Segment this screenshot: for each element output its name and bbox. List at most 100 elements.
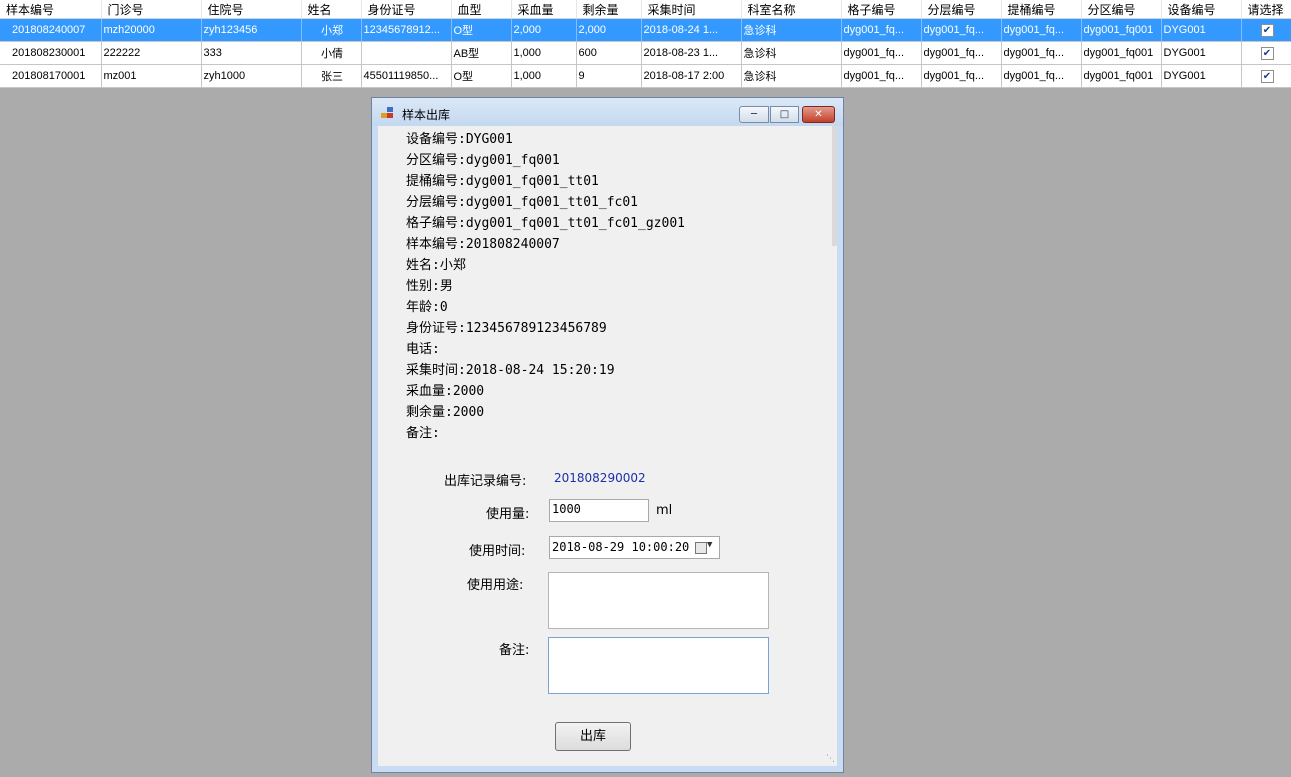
dialog-titlebar[interactable]: 样本出库 ─ □ ✕ xyxy=(372,98,843,126)
table-cell[interactable]: 1,000 xyxy=(511,64,577,88)
table-cell[interactable]: DYG001 xyxy=(1161,41,1242,65)
usage-time-label: 使用时间: xyxy=(469,544,526,559)
table-cell[interactable]: dyg001_fq... xyxy=(921,41,1002,65)
usage-unit: ml xyxy=(656,503,673,518)
column-header[interactable]: 采血量 xyxy=(511,0,577,19)
info-line: 分区编号:dyg001_fq001 xyxy=(406,153,560,168)
table-cell[interactable]: 12345678912... xyxy=(361,18,452,42)
table-row[interactable]: 201808230001 222222 333 小倩 AB型 1,000 600 2018-0… xyxy=(0,41,1291,65)
info-line: 姓名:小郑 xyxy=(406,258,466,273)
app-icon xyxy=(381,107,394,119)
table-cell[interactable]: dyg001_fq... xyxy=(841,41,922,65)
column-header[interactable]: 采集时间 xyxy=(641,0,742,19)
checkout-button[interactable]: 出库 xyxy=(555,722,631,751)
table-cell[interactable]: 2,000 xyxy=(511,18,577,42)
table-cell[interactable]: dyg001_fq001 xyxy=(1081,64,1162,88)
usage-input[interactable]: 1000 xyxy=(549,499,649,522)
table-cell[interactable]: dyg001_fq... xyxy=(921,64,1002,88)
table-row[interactable]: 201808240007 mzh20000 zyh123456 小郑 123456789… xyxy=(0,18,1291,42)
table-cell[interactable]: 201808240007 xyxy=(0,18,102,42)
column-header[interactable]: 姓名 xyxy=(301,0,362,19)
column-header[interactable]: 提桶编号 xyxy=(1001,0,1082,19)
dialog-content: 设备编号:DYG001 分区编号:dyg001_fq001 提桶编号:dyg001_… xyxy=(378,126,837,766)
minimize-button[interactable]: ─ xyxy=(739,106,769,123)
column-header[interactable]: 格子编号 xyxy=(841,0,922,19)
table-cell[interactable]: 2018-08-24 1... xyxy=(641,18,742,42)
resize-grip-icon[interactable]: ⋱ xyxy=(826,754,835,764)
column-header[interactable]: 分层编号 xyxy=(921,0,1002,19)
table-cell[interactable]: 333 xyxy=(201,41,302,65)
remark-label: 备注: xyxy=(499,643,530,658)
column-header[interactable]: 门诊号 xyxy=(101,0,202,19)
table-cell[interactable]: dyg001_fq... xyxy=(921,18,1002,42)
table-cell[interactable]: mzh20000 xyxy=(101,18,202,42)
table-cell[interactable]: dyg001_fq001 xyxy=(1081,41,1162,65)
table-row[interactable]: 201808170001 mz001 zyh1000 张三 45501119850...… xyxy=(0,64,1291,88)
select-checkbox[interactable]: ✔ xyxy=(1260,69,1274,83)
column-header[interactable]: 身份证号 xyxy=(361,0,452,19)
chevron-down-icon[interactable]: ▼ xyxy=(707,540,712,550)
column-header[interactable]: 分区编号 xyxy=(1081,0,1162,19)
maximize-icon: □ xyxy=(779,109,790,120)
table-cell[interactable]: AB型 xyxy=(451,41,512,65)
table-cell[interactable]: 1,000 xyxy=(511,41,577,65)
column-header[interactable]: 请选择 xyxy=(1241,0,1291,19)
table-cell[interactable]: 600 xyxy=(576,41,642,65)
remark-textarea[interactable] xyxy=(548,637,769,694)
table-cell[interactable]: 急诊科 xyxy=(741,41,842,65)
select-checkbox[interactable]: ✔ xyxy=(1260,46,1274,60)
table-cell[interactable]: dyg001_fq... xyxy=(841,64,922,88)
select-cell[interactable]: ✔ xyxy=(1241,64,1291,88)
table-cell[interactable]: 小郑 xyxy=(301,18,362,42)
column-header[interactable]: 设备编号 xyxy=(1161,0,1242,19)
sample-checkout-dialog: 样本出库 ─ □ ✕ 设备编号:DYG001 分区编号:dyg001_fq001 提… xyxy=(371,97,844,773)
usage-time-picker[interactable]: 2018-08-29 10:00:20 ▼ xyxy=(549,536,720,559)
table-cell[interactable]: dyg001_fq... xyxy=(1001,64,1082,88)
table-cell[interactable]: 9 xyxy=(576,64,642,88)
table-cell[interactable]: 45501119850... xyxy=(361,64,452,88)
table-cell[interactable]: dyg001_fq... xyxy=(1001,41,1082,65)
table-cell[interactable]: 急诊科 xyxy=(741,64,842,88)
usage-label: 使用量: xyxy=(486,507,530,522)
info-line: 提桶编号:dyg001_fq001_tt01 xyxy=(406,174,599,189)
info-line: 身份证号:123456789123456789 xyxy=(406,321,607,336)
purpose-textarea[interactable] xyxy=(548,572,769,629)
calendar-icon[interactable] xyxy=(695,542,707,554)
column-header[interactable]: 样本编号 xyxy=(0,0,102,19)
table-cell[interactable]: zyh1000 xyxy=(201,64,302,88)
table-cell[interactable]: 2,000 xyxy=(576,18,642,42)
table-cell[interactable]: mz001 xyxy=(101,64,202,88)
usage-time-value: 2018-08-29 10:00:20 xyxy=(552,540,690,554)
table-cell[interactable]: dyg001_fq001 xyxy=(1081,18,1162,42)
record-no-label: 出库记录编号: xyxy=(444,474,527,489)
table-cell[interactable] xyxy=(361,41,452,65)
column-header[interactable]: 血型 xyxy=(451,0,512,19)
table-cell[interactable]: 2018-08-17 2:00 xyxy=(641,64,742,88)
select-cell[interactable]: ✔ xyxy=(1241,18,1291,42)
table-cell[interactable]: 急诊科 xyxy=(741,18,842,42)
dialog-title: 样本出库 xyxy=(402,108,451,122)
column-header[interactable]: 科室名称 xyxy=(741,0,842,19)
dialog-scrollbar[interactable] xyxy=(832,126,837,246)
table-cell[interactable]: DYG001 xyxy=(1161,64,1242,88)
table-cell[interactable]: O型 xyxy=(451,18,512,42)
table-cell[interactable]: 201808170001 xyxy=(0,64,102,88)
table-cell[interactable]: 小倩 xyxy=(301,41,362,65)
table-cell[interactable]: 张三 xyxy=(301,64,362,88)
table-cell[interactable]: 222222 xyxy=(101,41,202,65)
maximize-button[interactable]: □ xyxy=(770,106,799,123)
table-cell[interactable]: dyg001_fq... xyxy=(1001,18,1082,42)
column-header[interactable]: 住院号 xyxy=(201,0,302,19)
table-cell[interactable]: dyg001_fq... xyxy=(841,18,922,42)
info-line: 剩余量:2000 xyxy=(406,405,485,420)
info-line: 样本编号:201808240007 xyxy=(406,237,560,252)
select-cell[interactable]: ✔ xyxy=(1241,41,1291,65)
close-button[interactable]: ✕ xyxy=(802,106,835,123)
table-cell[interactable]: 201808230001 xyxy=(0,41,102,65)
column-header[interactable]: 剩余量 xyxy=(576,0,642,19)
table-cell[interactable]: O型 xyxy=(451,64,512,88)
table-cell[interactable]: DYG001 xyxy=(1161,18,1242,42)
table-cell[interactable]: zyh123456 xyxy=(201,18,302,42)
table-cell[interactable]: 2018-08-23 1... xyxy=(641,41,742,65)
select-checkbox[interactable]: ✔ xyxy=(1260,23,1274,37)
